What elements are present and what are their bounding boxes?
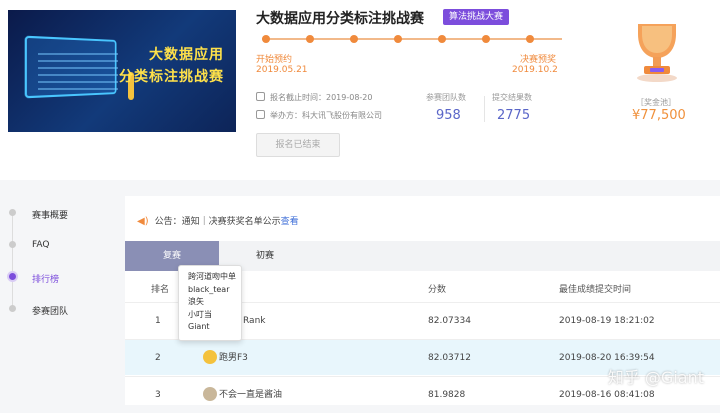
- timeline-start-label: 开始预约: [256, 55, 293, 65]
- timeline-end-label: 决赛预奖: [520, 55, 557, 65]
- submissions-count-label: 提交结果数: [492, 93, 532, 102]
- prize-pool-label: ［奖金池］: [636, 98, 676, 107]
- signup-ended-button[interactable]: 报名已结束: [256, 133, 340, 157]
- competition-banner: 大数据应用 分类标注挑战赛: [8, 10, 236, 132]
- timeline-dot: [394, 35, 402, 43]
- sidebar-item-overview[interactable]: 赛事概要: [32, 208, 68, 221]
- category-badge: 算法挑战大赛: [443, 9, 510, 25]
- team-member: Giant: [188, 322, 210, 331]
- team-member: black_tear: [188, 284, 230, 294]
- banner-data-lines: [38, 50, 118, 90]
- team-avatar: [203, 350, 217, 364]
- organizer: 举办方：科大讯飞股份有限公司: [256, 110, 382, 121]
- team-member: 小叮当: [188, 309, 212, 319]
- timeline-dot: [306, 35, 314, 43]
- timeline-dot: [350, 35, 358, 43]
- tab-preliminary[interactable]: 初赛: [245, 241, 285, 271]
- clock-icon: [256, 92, 265, 101]
- stat-divider: [484, 96, 485, 122]
- score-cell: 82.07334: [428, 316, 471, 326]
- sidebar-dot: [9, 305, 16, 312]
- team-avatar: [203, 387, 217, 401]
- score-cell: 82.03712: [428, 353, 471, 363]
- column-header-time: 最佳成绩提交时间: [559, 285, 632, 295]
- sidebar-dot: [9, 241, 16, 248]
- team-cell[interactable]: Rank: [243, 303, 266, 339]
- rank-cell: 2: [155, 353, 161, 363]
- sidebar-item-faq[interactable]: FAQ: [32, 240, 49, 250]
- team-member: 浪矢: [188, 297, 204, 306]
- signup-deadline: 报名截止时间：2019-08-20: [256, 92, 373, 103]
- column-header-rank: 排名: [151, 285, 170, 295]
- watermark: 知乎 @Giant: [607, 368, 704, 387]
- building-icon: [256, 110, 265, 119]
- rank-cell: 1: [155, 316, 161, 326]
- timeline-dot: [482, 35, 490, 43]
- schedule-timeline: [262, 34, 562, 44]
- timeline-start-date: 2019.05.21: [256, 65, 308, 75]
- competition-header: 大数据应用 分类标注挑战赛 大数据应用分类标注挑战赛 算法挑战大赛 开始预约 2…: [0, 0, 720, 180]
- timeline-dot: [262, 35, 270, 43]
- score-cell: 81.9828: [428, 390, 466, 400]
- sidebar-dot: [9, 209, 16, 216]
- timeline-end-date: 2019.10.2: [512, 65, 558, 75]
- sidebar-nav: 赛事概要 FAQ 排行榜 参赛团队: [0, 196, 110, 405]
- announcement-bar: ◀) 公告：通知｜决赛获奖名单公示查看: [137, 214, 299, 227]
- prize-pool-value: ¥77,500: [632, 108, 686, 123]
- sidebar-item-teams[interactable]: 参赛团队: [32, 304, 68, 317]
- banner-title-line2: 分类标注挑战赛: [119, 69, 224, 85]
- team-members-tooltip: 跨河道吻中单 black_tear 浪矢 小叮当 Giant: [178, 265, 242, 341]
- column-header-score: 分数: [428, 285, 447, 295]
- trophy-icon: [637, 24, 677, 82]
- team-cell[interactable]: 跑男F3: [203, 340, 248, 376]
- time-cell: 2019-08-19 18:21:02: [559, 316, 655, 326]
- announcement-text: 公告：通知｜决赛获奖名单公示: [154, 217, 281, 227]
- teams-count-value: 958: [436, 108, 461, 123]
- rank-cell: 3: [155, 390, 161, 400]
- sidebar-line: [12, 210, 13, 310]
- team-cell[interactable]: 不会一直是酱油: [203, 377, 282, 413]
- sidebar-dot-active: [9, 273, 16, 280]
- sidebar-item-leaderboard[interactable]: 排行榜: [32, 272, 59, 285]
- megaphone-icon: ◀): [137, 216, 149, 227]
- submissions-count-value: 2775: [497, 108, 531, 123]
- timeline-dot: [526, 35, 534, 43]
- announcement-view-link[interactable]: 查看: [281, 217, 299, 227]
- banner-title-line1: 大数据应用: [149, 47, 224, 63]
- competition-title: 大数据应用分类标注挑战赛: [256, 11, 424, 27]
- team-member: 跨河道吻中单: [188, 272, 236, 281]
- teams-count-label: 参赛团队数: [426, 93, 466, 102]
- timeline-dot: [438, 35, 446, 43]
